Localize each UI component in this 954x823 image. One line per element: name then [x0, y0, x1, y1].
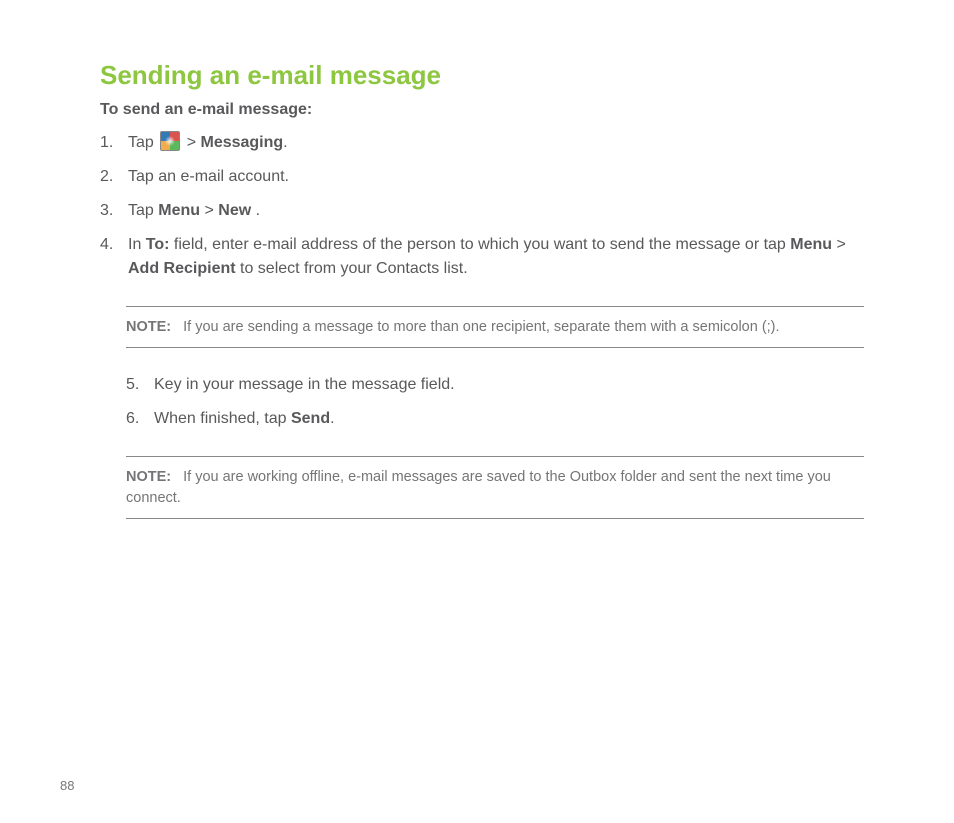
text: to select from your Contacts list. [236, 260, 468, 277]
section-subtitle: To send an e-mail message: [100, 101, 864, 119]
step-content: When finished, tap Send. [154, 407, 864, 431]
step-number: 1. [100, 131, 128, 155]
step-number: 4. [100, 233, 128, 257]
bold-text: Menu [790, 236, 832, 253]
windows-start-icon [160, 131, 180, 151]
note-box-2: NOTE:If you are working offline, e-mail … [126, 456, 864, 519]
step-content: In To: field, enter e-mail address of th… [128, 233, 864, 281]
step-number: 3. [100, 199, 128, 223]
text: > [832, 236, 846, 253]
page-number: 88 [60, 778, 74, 793]
text: When finished, tap [154, 410, 291, 427]
steps-list-continued: 5. Key in your message in the message fi… [126, 373, 864, 431]
note-label: NOTE: [126, 469, 171, 485]
note-label: NOTE: [126, 319, 171, 335]
step-1: 1. Tap > Messaging. [100, 131, 864, 155]
page-title: Sending an e-mail message [100, 60, 864, 91]
text: > [200, 202, 218, 219]
text: . [251, 202, 260, 219]
step-content: Tap Menu > New . [128, 199, 864, 223]
text: Tap [128, 134, 158, 151]
bold-text: Menu [158, 202, 200, 219]
step-6: 6. When finished, tap Send. [126, 407, 864, 431]
bold-text: To: [146, 236, 170, 253]
note-text: If you are working offline, e-mail messa… [126, 469, 831, 505]
text: field, enter e-mail address of the perso… [169, 236, 790, 253]
bold-text: New [218, 202, 251, 219]
step-number: 6. [126, 407, 154, 431]
bold-text: Send [291, 410, 330, 427]
step-content: Key in your message in the message field… [154, 373, 864, 397]
note-text: If you are sending a message to more tha… [183, 319, 779, 335]
step-5: 5. Key in your message in the message fi… [126, 373, 864, 397]
step-number: 5. [126, 373, 154, 397]
text: . [330, 410, 334, 427]
text: Tap [128, 202, 158, 219]
step-content: Tap an e-mail account. [128, 165, 864, 189]
bold-text: Messaging [200, 134, 283, 151]
step-3: 3. Tap Menu > New . [100, 199, 864, 223]
steps-list: 1. Tap > Messaging. 2. Tap an e-mail acc… [100, 131, 864, 281]
text: > [182, 134, 200, 151]
step-number: 2. [100, 165, 128, 189]
step-2: 2. Tap an e-mail account. [100, 165, 864, 189]
bold-text: Add Recipient [128, 260, 236, 277]
step-content: Tap > Messaging. [128, 131, 864, 155]
step-4: 4. In To: field, enter e-mail address of… [100, 233, 864, 281]
text: In [128, 236, 146, 253]
note-box-1: NOTE: If you are sending a message to mor… [126, 306, 864, 348]
text: . [283, 134, 287, 151]
